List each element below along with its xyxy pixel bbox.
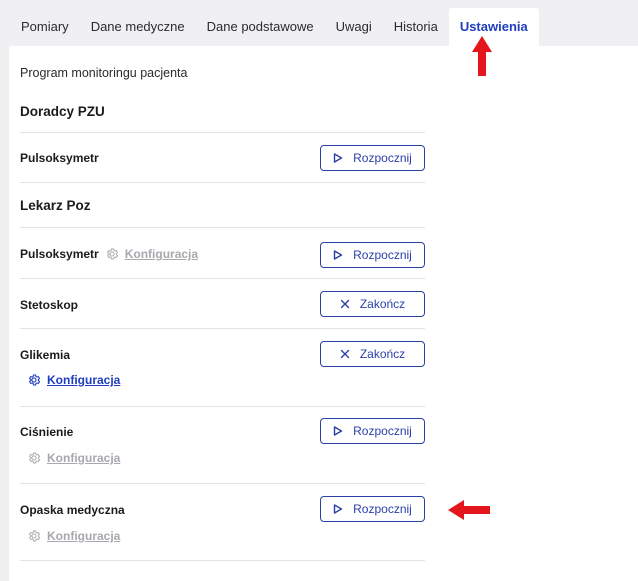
start-button-label: Rozpocznij xyxy=(353,502,412,516)
device-label-glikemia: Glikemia xyxy=(20,348,70,362)
start-button[interactable]: Rozpocznij xyxy=(320,496,425,522)
play-icon xyxy=(333,504,343,514)
stop-button[interactable]: Zakończ xyxy=(320,341,425,367)
gear-icon xyxy=(28,530,41,542)
close-icon xyxy=(340,299,350,309)
device-name: Glikemia xyxy=(20,348,71,362)
tab-dane-medyczne[interactable]: Dane medyczne xyxy=(80,8,196,46)
divider xyxy=(20,182,425,183)
tab-pomiary[interactable]: Pomiary xyxy=(9,8,80,46)
group-title-doradcy: Doradcy PZU xyxy=(20,104,105,119)
config-label: Konfiguracja xyxy=(47,373,121,387)
gear-icon xyxy=(106,248,118,260)
device-name: Ciśnienie xyxy=(20,425,74,439)
play-icon xyxy=(333,153,343,163)
stop-button[interactable]: Zakończ xyxy=(320,291,425,317)
gear-icon xyxy=(28,374,41,386)
device-label-stetoskop: Stetoskop xyxy=(20,298,78,312)
start-button[interactable]: Rozpocznij xyxy=(320,242,425,268)
config-label: Konfiguracja xyxy=(47,451,121,465)
start-button-label: Rozpocznij xyxy=(353,151,412,165)
config-label: Konfiguracja xyxy=(47,529,121,543)
divider xyxy=(20,227,425,228)
config-label: Konfiguracja xyxy=(124,247,199,261)
stop-button-label: Zakończ xyxy=(359,297,406,311)
device-label-opaska-medyczna: Opaska medyczna xyxy=(20,503,125,517)
divider xyxy=(20,132,425,133)
config-link[interactable]: Konfiguracja xyxy=(105,247,198,261)
tab-uwagi[interactable]: Uwagi xyxy=(325,8,383,46)
settings-panel: Program monitoringu pacjenta Doradcy PZU… xyxy=(9,46,638,581)
program-title: Program monitoringu pacjenta xyxy=(20,66,188,80)
device-label-cisnienie: Ciśnienie xyxy=(20,425,73,439)
start-button[interactable]: Rozpocznij xyxy=(320,145,425,171)
start-button-label: Rozpocznij xyxy=(353,248,412,262)
tab-historia[interactable]: Historia xyxy=(383,8,449,46)
config-link[interactable]: Konfiguracja xyxy=(27,529,120,543)
device-name: Stetoskop xyxy=(20,298,79,312)
device-label-pulsoksymetr-poz: Pulsoksymetr Konfiguracja xyxy=(20,247,198,261)
gear-icon xyxy=(28,452,41,464)
divider xyxy=(20,483,425,484)
device-name: Opaska medyczna xyxy=(20,503,125,517)
tab-dane-podstawowe[interactable]: Dane podstawowe xyxy=(196,8,325,46)
group-title-lekarz-poz: Lekarz Poz xyxy=(20,198,91,213)
play-icon xyxy=(333,250,343,260)
stop-button-label: Zakończ xyxy=(359,347,406,361)
start-button-label: Rozpocznij xyxy=(353,424,412,438)
tab-bar: Pomiary Dane medyczne Dane podstawowe Uw… xyxy=(9,8,638,46)
device-label-pulsoksymetr: Pulsoksymetr xyxy=(20,151,99,165)
config-link[interactable]: Konfiguracja xyxy=(27,373,120,387)
divider xyxy=(20,328,425,329)
start-button[interactable]: Rozpocznij xyxy=(320,418,425,444)
close-icon xyxy=(340,349,350,359)
tab-ustawienia[interactable]: Ustawienia xyxy=(448,8,539,46)
device-name: Pulsoksymetr xyxy=(20,151,99,165)
play-icon xyxy=(333,426,343,436)
config-link[interactable]: Konfiguracja xyxy=(27,451,120,465)
divider xyxy=(20,560,425,561)
divider xyxy=(20,278,425,279)
device-name: Pulsoksymetr xyxy=(20,247,99,261)
arrow-up-icon xyxy=(472,36,492,76)
arrow-left-icon xyxy=(448,500,490,520)
divider xyxy=(20,406,425,407)
